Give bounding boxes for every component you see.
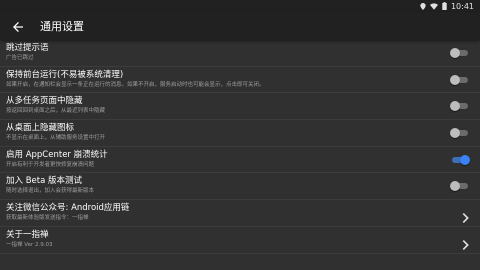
setting-subtitle: 一指禅 Ver 2.9.03 xyxy=(6,241,53,248)
setting-title: 关注微信公众号: Android应用链 xyxy=(6,203,130,214)
location-icon xyxy=(420,2,426,10)
status-time: 10:41 xyxy=(450,1,474,11)
appcenter-crash-toggle[interactable] xyxy=(450,154,470,165)
setting-subtitle: 按返回回到桌面之后，从最近列表中隐藏 xyxy=(6,108,106,115)
setting-about[interactable]: 关于一指禅 一指禅 Ver 2.9.03 xyxy=(0,227,480,254)
setting-title: 保持前台运行(不易被系统清理) xyxy=(6,69,124,80)
setting-subtitle: 获取最新体验版发送指令：一指禅 xyxy=(6,215,89,222)
setting-title: 跳过提示语 xyxy=(6,43,49,53)
setting-subtitle: 开启有利于开发者更快修复崩溃问题 xyxy=(6,161,95,168)
setting-subtitle: 广告已跳过 xyxy=(6,55,34,61)
status-bar: 10:41 xyxy=(0,0,480,12)
hide-launcher-icon-toggle[interactable] xyxy=(450,127,470,138)
skip-tip-toggle[interactable] xyxy=(450,47,470,58)
setting-title: 从多任务页面中隐藏 xyxy=(6,96,83,107)
setting-appcenter-crash[interactable]: 启用 AppCenter 崩溃统计 开启有利于开发者更快修复崩溃问题 xyxy=(0,147,480,174)
hide-from-recents-toggle[interactable] xyxy=(450,101,470,112)
setting-follow-wechat[interactable]: 关注微信公众号: Android应用链 获取最新体验版发送指令：一指禅 xyxy=(0,200,480,227)
setting-hide-launcher-icon[interactable]: 从桌面上隐藏图标 不显示在桌面上，从辅助服务设置中打开 xyxy=(0,120,480,147)
setting-title: 关于一指禅 xyxy=(6,229,49,240)
beta-test-toggle[interactable] xyxy=(450,181,470,192)
setting-subtitle: 如果开启，在通知栏会显示一条正在运行的消息。如果不开启，服务启动时也可能会显示，… xyxy=(6,81,265,88)
setting-skip-tip[interactable]: 跳过提示语 广告已跳过 xyxy=(0,40,480,67)
back-button[interactable] xyxy=(8,16,28,36)
arrow-back-icon xyxy=(13,17,23,36)
wifi-icon xyxy=(429,2,438,10)
chevron-right-icon xyxy=(462,208,470,223)
keep-foreground-toggle[interactable] xyxy=(450,74,470,85)
chevron-right-icon xyxy=(462,235,470,250)
battery-icon xyxy=(442,2,447,10)
setting-subtitle: 不显示在桌面上，从辅助服务设置中打开 xyxy=(6,135,106,142)
setting-title: 启用 AppCenter 崩溃统计 xyxy=(6,149,108,160)
setting-keep-foreground[interactable]: 保持前台运行(不易被系统清理) 如果开启，在通知栏会显示一条正在运行的消息。如果… xyxy=(0,67,480,94)
setting-hide-from-recents[interactable]: 从多任务页面中隐藏 按返回回到桌面之后，从最近列表中隐藏 xyxy=(0,93,480,121)
setting-beta-test[interactable]: 加入 Beta 版本测试 随时选择退出，加入会获得最新版本 xyxy=(0,173,480,201)
settings-list: 跳过提示语 广告已跳过 保持前台运行(不易被系统清理) 如果开启，在通知栏会显示… xyxy=(0,40,480,270)
setting-title: 从桌面上隐藏图标 xyxy=(6,123,75,134)
page-title: 通用设置 xyxy=(40,20,84,33)
app-bar: 通用设置 xyxy=(0,12,480,40)
setting-title: 加入 Beta 版本测试 xyxy=(6,176,83,187)
setting-subtitle: 随时选择退出，加入会获得最新版本 xyxy=(6,188,95,195)
